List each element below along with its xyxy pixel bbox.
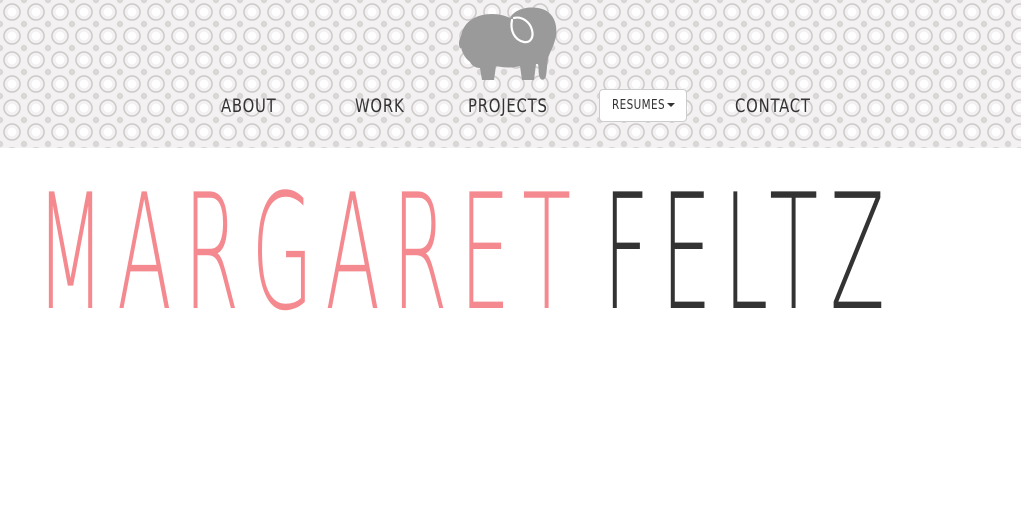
resumes-label: RESUMES (612, 98, 665, 113)
nav-work-link[interactable]: WORK (355, 92, 404, 120)
nav-projects-link[interactable]: PROJECTS (468, 92, 548, 120)
last-name: FELTZ (603, 159, 897, 346)
site-header: ABOUT WORK PROJECTS RESUMES CONTACT (0, 0, 1021, 148)
caret-down-icon (667, 103, 675, 107)
elephant-icon[interactable] (456, 6, 560, 82)
resumes-dropdown-button[interactable]: RESUMES (599, 89, 687, 122)
nav-about-link[interactable]: ABOUT (221, 92, 277, 120)
first-name: MARGARET (36, 159, 584, 346)
nav-contact-link[interactable]: CONTACT (735, 92, 811, 120)
page-title: MARGARET FELTZ (36, 173, 897, 333)
